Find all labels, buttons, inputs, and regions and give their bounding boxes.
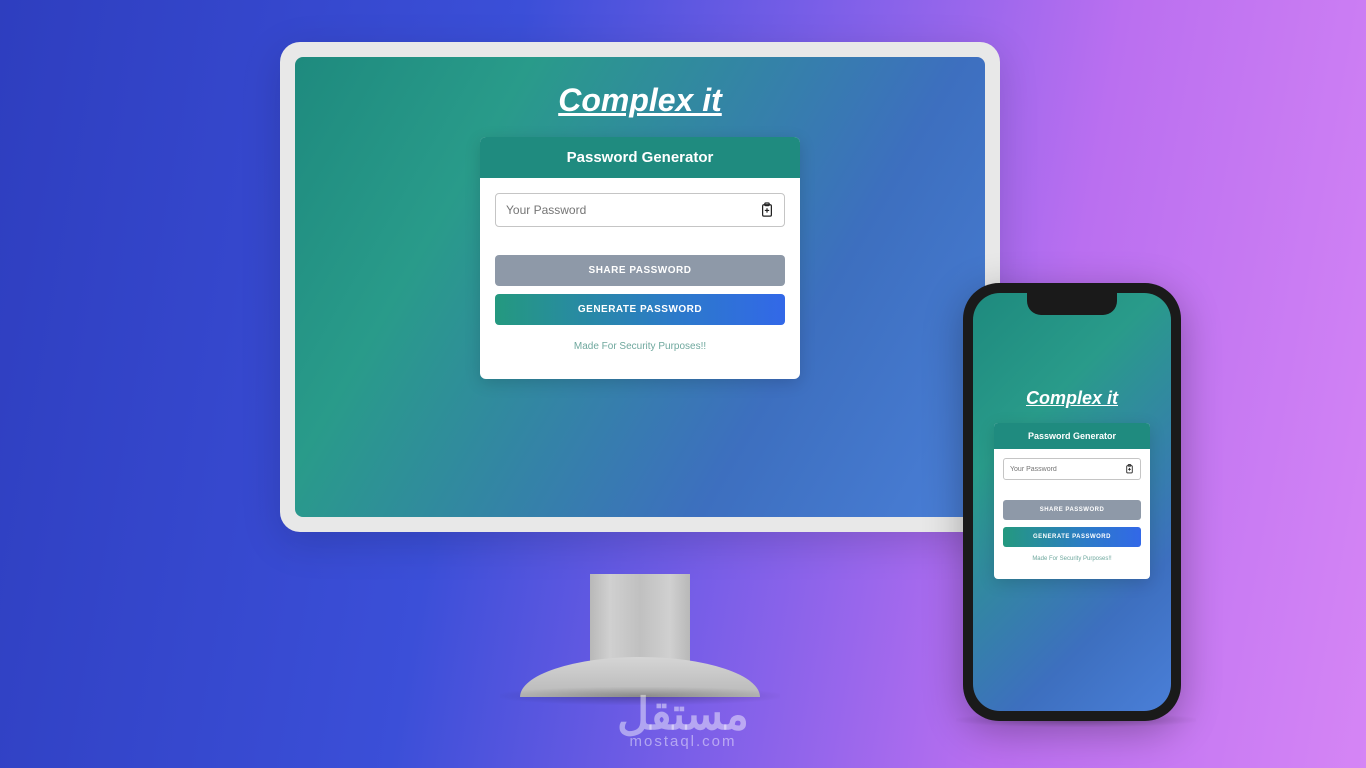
desktop-monitor-mockup: Complex it Password Generator SHARE PASS… (280, 42, 1000, 532)
share-password-button[interactable]: SHARE PASSWORD (1003, 500, 1141, 520)
generate-password-button[interactable]: GENERATE PASSWORD (1003, 527, 1141, 547)
card-footer-text: Made For Security Purposes!! (1003, 552, 1141, 570)
monitor-screen: Complex it Password Generator SHARE PASS… (295, 57, 985, 517)
password-input[interactable] (1010, 466, 1125, 473)
watermark-latin: mostaql.com (617, 733, 749, 750)
clipboard-icon[interactable] (760, 202, 774, 218)
password-generator-card: Password Generator SHARE PASSWORD GENERA… (480, 137, 800, 379)
password-input-wrap (495, 193, 785, 227)
app-title: Complex it (558, 82, 722, 119)
app-title: Complex it (1026, 388, 1118, 409)
monitor-bezel: Complex it Password Generator SHARE PASS… (280, 42, 1000, 532)
clipboard-icon[interactable] (1125, 464, 1134, 474)
phone-mockup: Complex it Password Generator SHARE PASS… (963, 283, 1181, 721)
password-generator-card: Password Generator SHARE PASSWORD GENERA… (994, 423, 1150, 579)
generate-password-button[interactable]: GENERATE PASSWORD (495, 294, 785, 325)
phone-screen: Complex it Password Generator SHARE PASS… (973, 293, 1171, 711)
card-body: SHARE PASSWORD GENERATE PASSWORD Made Fo… (994, 449, 1150, 579)
monitor-stand-neck (590, 574, 690, 664)
card-header: Password Generator (480, 137, 800, 178)
share-password-button[interactable]: SHARE PASSWORD (495, 255, 785, 286)
monitor-shadow (500, 687, 780, 705)
password-input[interactable] (506, 203, 760, 217)
phone-inner: Complex it Password Generator SHARE PASS… (973, 293, 1171, 711)
phone-notch (1027, 293, 1117, 315)
card-footer-text: Made For Security Purposes!! (495, 333, 785, 364)
password-input-wrap (1003, 458, 1141, 480)
card-body: SHARE PASSWORD GENERATE PASSWORD Made Fo… (480, 178, 800, 379)
card-header: Password Generator (994, 423, 1150, 449)
